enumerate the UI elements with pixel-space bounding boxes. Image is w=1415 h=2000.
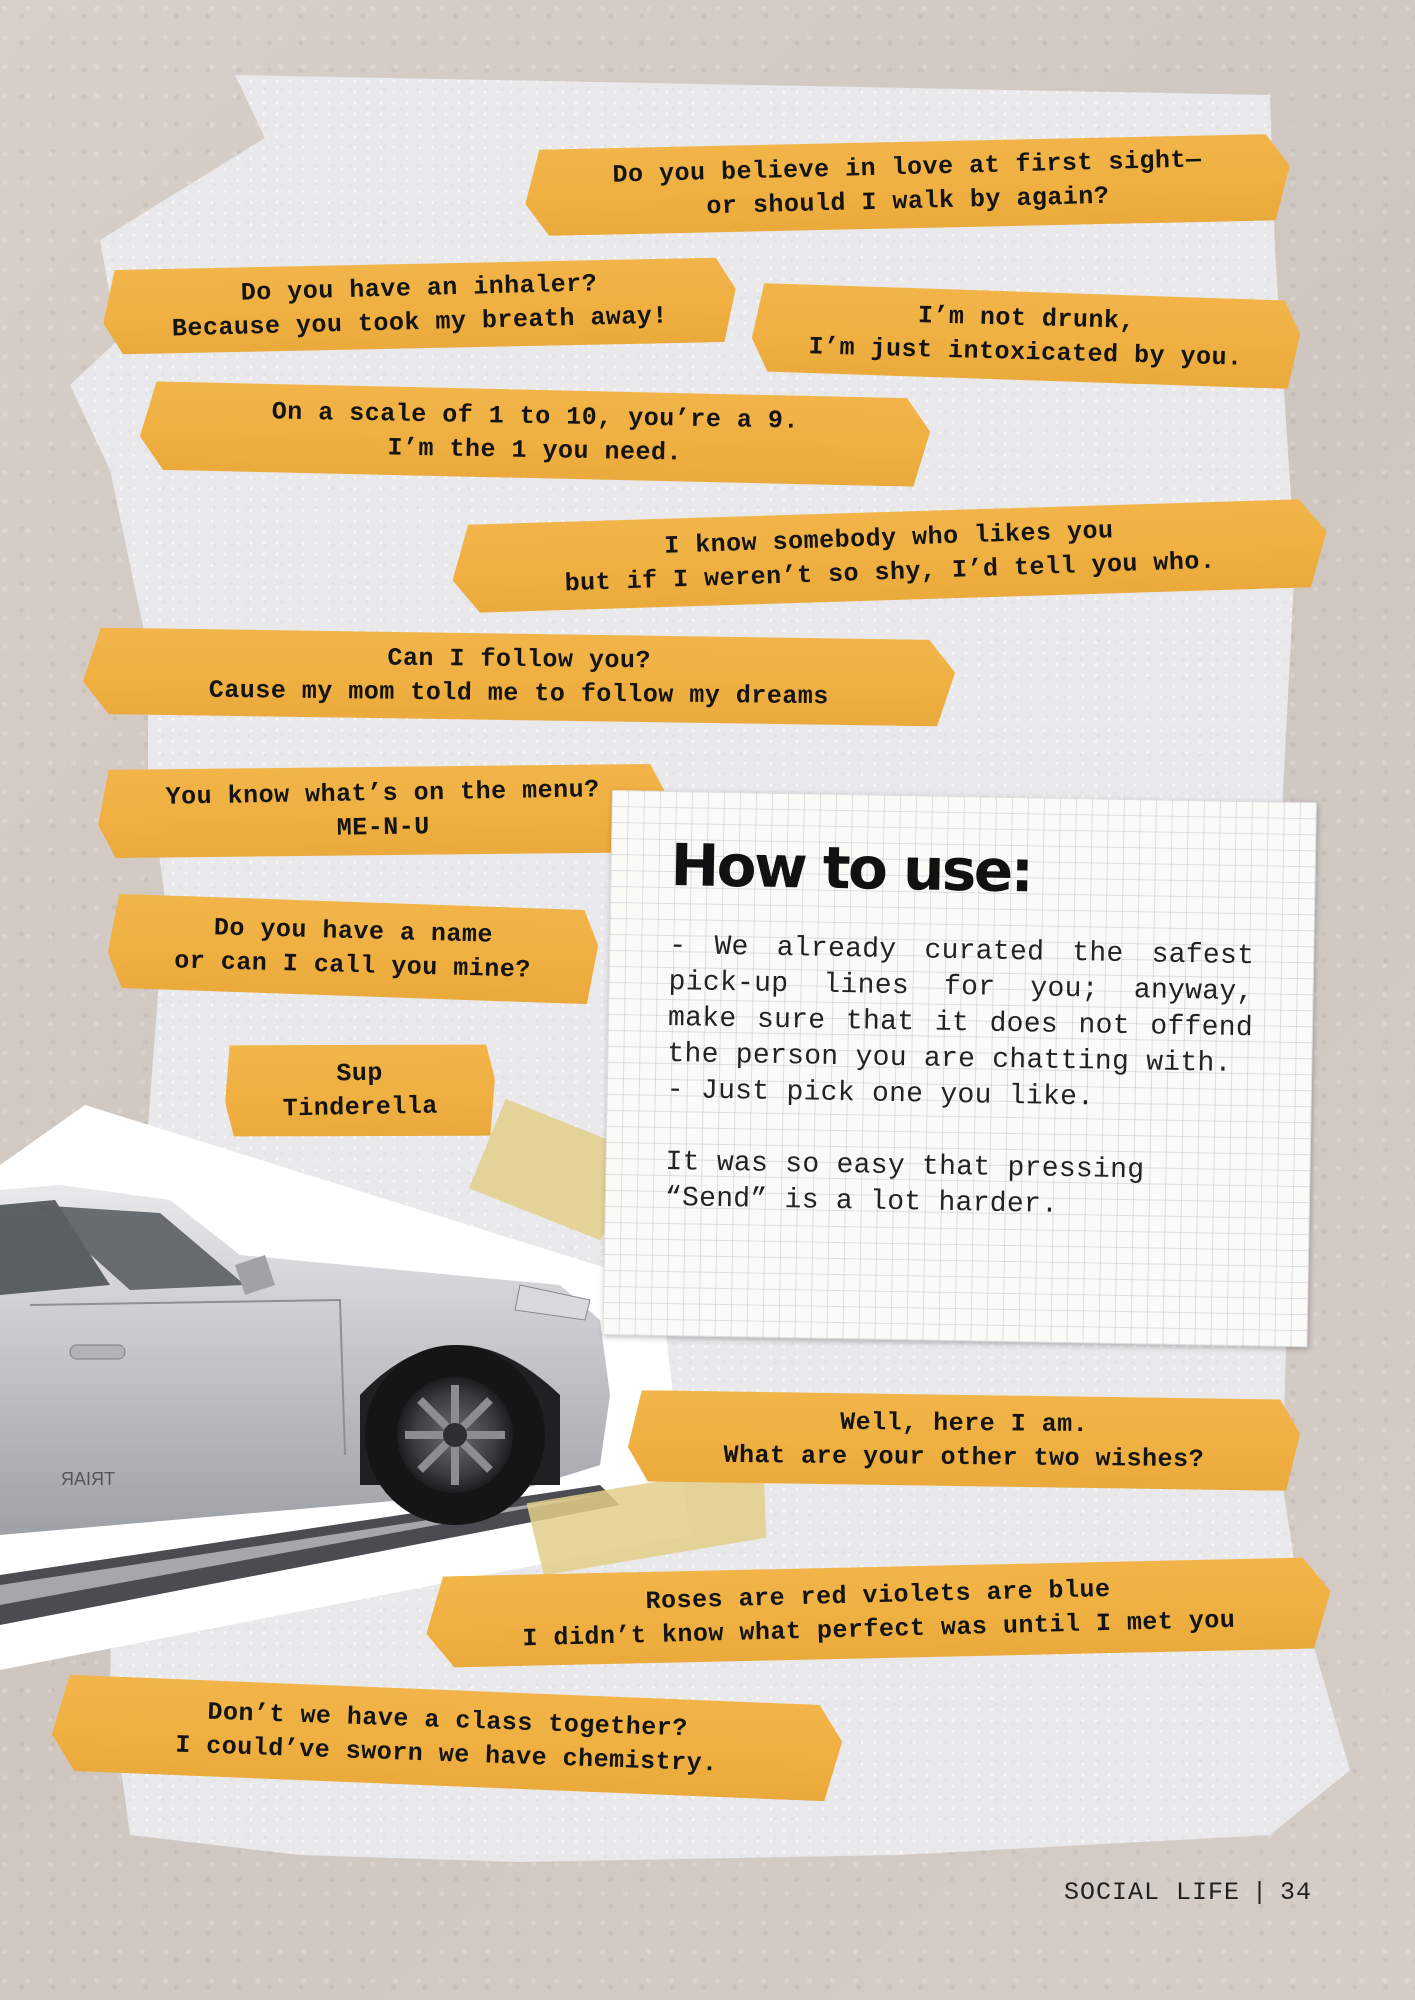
tape-menu: You know what’s on the menu? ME-N-U [97,760,669,862]
page-footer: SOCIAL LIFE | 34 [1064,1878,1312,1907]
tape-follow-you: Can I follow you? Cause my mom told me to… [83,627,956,726]
section-name: SOCIAL LIFE [1064,1878,1241,1907]
note-title: How to use: [670,831,1033,906]
note-body: - We already curated the safest pick-up … [665,929,1255,1227]
svg-text:TRIAR: TRIAR [61,1469,115,1489]
note-paragraph-3: It was so easy that pressing “Send” is a… [664,1146,1145,1221]
tape-scale: On a scale of 1 to 10, you’re a 9. I’m th… [139,381,930,487]
tape-inhaler: Do you have an inhaler? Because you took … [102,254,737,359]
tape-not-drunk: I’m not drunk, I’m just intoxicated by yo… [751,283,1301,389]
page-number: 34 [1280,1878,1313,1907]
how-to-use-note: How to use: - We already curated the saf… [602,790,1317,1348]
tape-two-wishes: Well, here I am. What are your other two … [628,1390,1301,1491]
tape-name: Do you have a name or can I call you mine… [107,894,599,1005]
note-paragraph-1: - We already curated the safest pick-up … [667,931,1255,1080]
footer-separator: | [1252,1878,1269,1907]
